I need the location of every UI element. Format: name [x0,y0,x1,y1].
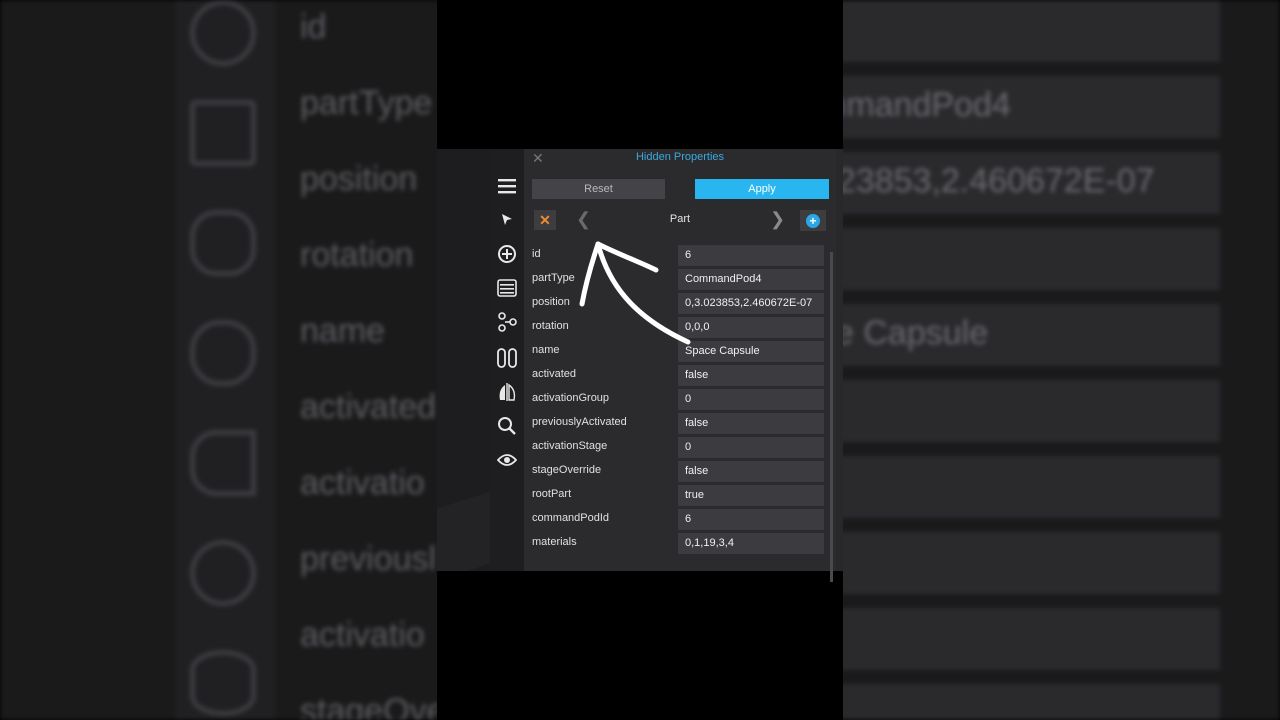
properties-icon[interactable] [490,275,524,301]
property-field[interactable]: 0,0,0 [678,317,824,338]
hidden-properties-panel: ✕ Hidden Properties Reset Apply ✕ ❮ Part… [524,149,836,582]
property-field[interactable]: true [678,485,824,506]
bg-label: activated [300,388,437,426]
property-label: activationStage [532,440,608,452]
property-field[interactable]: false [678,413,824,434]
bg-value: ce Capsule [818,314,989,352]
property-label: commandPodId [532,512,610,524]
bg-label: id [300,8,327,46]
property-field[interactable]: 0,3.023853,2.460672E-07 [678,293,824,314]
bg-label: activatio [300,464,425,502]
property-field[interactable]: 0,1,19,3,4 [678,533,824,554]
property-row: partType CommandPod4 [524,269,836,291]
bg-label: position [300,160,418,198]
property-field[interactable]: 0 [678,389,824,410]
property-value: true [685,489,704,501]
menu-icon[interactable] [490,173,524,199]
property-value: 0 [685,393,692,405]
bg-value: mmandPod4 [818,86,1011,124]
mirror-icon[interactable] [490,379,524,405]
bg-mirror-icon [190,430,256,496]
property-field[interactable]: false [678,461,824,482]
cursor-icon[interactable] [490,207,524,233]
property-field[interactable]: 0 [678,437,824,458]
bg-label: name [300,312,386,350]
bg-value: 023853,2.460672E-07 [818,162,1155,200]
nav-title: Part [669,213,691,225]
left-toolbar [490,149,524,571]
property-field[interactable]: 6 [678,509,824,530]
property-row: stageOverride false [524,461,836,483]
property-label: stageOverride [532,464,602,476]
property-value: 6 [685,513,692,525]
property-label: rootPart [532,488,572,500]
property-field[interactable]: CommandPod4 [678,269,824,290]
search-icon[interactable] [490,413,524,439]
reset-button[interactable]: Reset [532,179,665,199]
property-field[interactable]: 6 [678,245,824,266]
property-label: position [532,296,570,308]
bg-label: rotation [300,236,414,274]
bg-label: previousl [300,540,437,578]
property-field[interactable]: false [678,365,824,386]
bg-label: stageOve [300,692,446,720]
property-value: 0 [685,441,692,453]
property-label: activated [532,368,577,380]
bg-symmetry-icon [190,320,256,386]
property-row: rotation 0,0,0 [524,317,836,339]
bg-search-icon [190,540,256,606]
view-icon[interactable] [490,447,524,473]
property-value: 0,0,0 [685,321,710,333]
bg-label: partType [300,84,433,122]
property-value: false [685,369,709,381]
property-value: 6 [685,249,692,261]
property-row: position 0,3.023853,2.460672E-07 [524,293,836,315]
bg-connections-icon [190,210,256,276]
property-label: id [532,248,541,260]
bg-eye-icon [190,650,256,716]
property-row: activated false [524,365,836,387]
property-row: previouslyActivated false [524,413,836,435]
panel-title: Hidden Properties [635,151,725,163]
property-value: Space Capsule [685,345,760,357]
property-label: name [532,344,560,356]
symmetry-icon[interactable] [490,345,524,371]
property-row: commandPodId 6 [524,509,836,531]
property-label: rotation [532,320,569,332]
part-navigation: ✕ ❮ Part ❯ + [524,207,836,233]
property-row: materials 0,1,19,3,4 [524,533,836,555]
property-value: false [685,465,709,477]
add-part-icon[interactable] [490,241,524,267]
add-icon[interactable]: + [800,210,826,231]
property-row: name Space Capsule [524,341,836,363]
property-label: previouslyActivated [532,416,627,428]
bg-properties-icon [190,100,256,166]
chevron-right-icon[interactable]: ❯ [770,209,785,230]
property-row: rootPart true [524,485,836,507]
bg-label: activatio [300,616,425,654]
property-value: false [685,417,709,429]
property-row: id 6 [524,245,836,267]
property-label: partType [532,272,575,284]
property-field[interactable]: Space Capsule [678,341,824,362]
add-glyph: + [806,213,820,228]
property-value: 0,3.023853,2.460672E-07 [685,297,813,309]
property-label: materials [532,536,577,548]
property-value: 0,1,19,3,4 [685,537,734,549]
bg-add-icon [190,0,256,66]
scrollbar[interactable] [830,252,833,582]
property-label: activationGroup [532,392,610,404]
property-row: activationStage 0 [524,437,836,459]
apply-button[interactable]: Apply [695,179,829,199]
property-row: activationGroup 0 [524,389,836,411]
property-value: CommandPod4 [685,273,762,285]
connections-icon[interactable] [490,309,524,335]
